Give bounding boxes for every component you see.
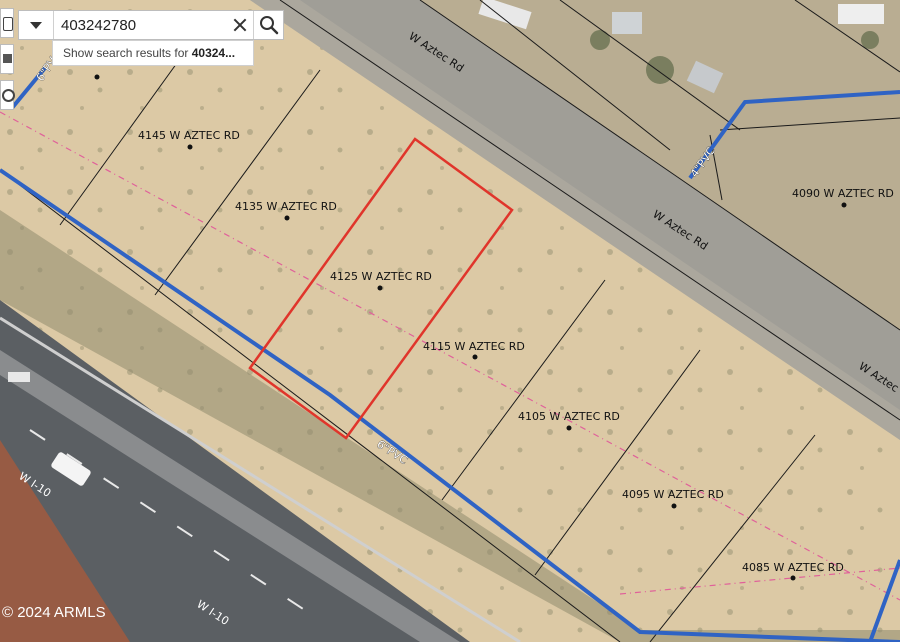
parcel-address: 4135 W AZTEC RD [235, 200, 337, 213]
search-suggestion[interactable]: Show search results for 40324... [52, 40, 254, 66]
map-view[interactable]: 4145 W AZTEC RD 4135 W AZTEC RD 4125 W A… [0, 0, 900, 642]
parcel-address: 4085 W AZTEC RD [742, 561, 844, 574]
parcel-marker [94, 74, 100, 80]
parcel-address: 4125 W AZTEC RD [330, 270, 432, 283]
parcel-marker [671, 503, 677, 509]
parcel-address: 4095 W AZTEC RD [622, 488, 724, 501]
clear-icon[interactable] [229, 11, 251, 39]
parcel-address: 4090 W AZTEC RD [792, 187, 894, 200]
suggestion-term: 40324... [191, 46, 236, 60]
search-bar [18, 10, 284, 40]
parcel-marker [472, 354, 478, 360]
layers-tool-icon[interactable] [0, 8, 14, 38]
parcel-address: 4105 W AZTEC RD [518, 410, 620, 423]
parcel-marker [187, 144, 193, 150]
search-icon[interactable] [253, 11, 284, 39]
parcel-marker [790, 575, 796, 581]
dropdown-icon[interactable] [19, 11, 54, 39]
parcel-marker [841, 202, 847, 208]
search-input[interactable] [57, 13, 235, 37]
copyright-text: © 2024 ARMLS [2, 604, 106, 621]
parcel-address: 4115 W AZTEC RD [423, 340, 525, 353]
locate-tool-icon[interactable] [0, 80, 15, 110]
building [838, 4, 884, 24]
parcel-marker [566, 425, 572, 431]
search-widget: Show search results for 40324... [18, 10, 284, 66]
suggestion-prefix: Show search results for [63, 46, 192, 60]
map-toolbar [0, 8, 15, 116]
building [612, 12, 642, 34]
map-canvas: 4145 W AZTEC RD 4135 W AZTEC RD 4125 W A… [0, 0, 900, 642]
parcel-marker [284, 215, 290, 221]
parcel-marker [377, 285, 383, 291]
parcel-address: 4145 W AZTEC RD [138, 129, 240, 142]
measure-tool-icon[interactable] [0, 44, 14, 74]
